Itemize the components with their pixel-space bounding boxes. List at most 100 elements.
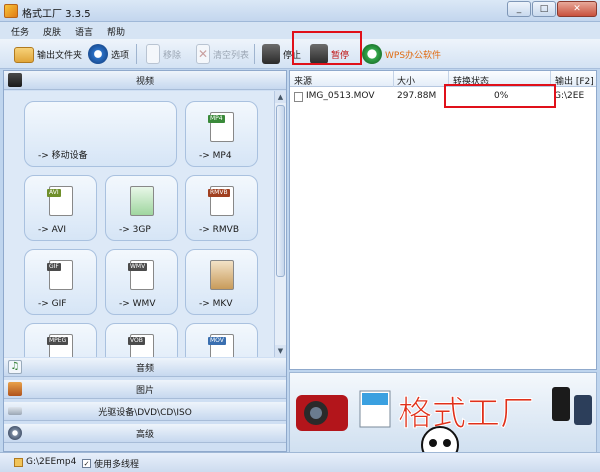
svg-text:格式工厂: 格式工厂: [398, 394, 534, 434]
window-controls: _ □ ✕: [507, 1, 597, 17]
output-path: G:\2EEmp4: [26, 457, 77, 467]
status-bar: G:\2EEmp4 ✓ 使用多线程: [0, 452, 600, 472]
tile-label: -> 3GP: [119, 225, 151, 235]
tile-mov[interactable]: MOV: [185, 323, 258, 357]
tile-3gp[interactable]: -> 3GP: [105, 175, 178, 241]
video-grid-scrollbar[interactable]: ▲ ▼: [274, 91, 286, 357]
header-size[interactable]: 大小: [397, 74, 415, 87]
video-format-grid: -> 移动设备 MP4 -> MP4 AVI -> AVI -> 3GP RMV…: [4, 91, 274, 357]
file-tag: MPEG: [47, 337, 69, 345]
section-disc-label: 光驱设备\DVD\CD\ISO: [98, 407, 192, 418]
output-folder-label: 输出文件夹: [37, 50, 83, 61]
tile-mp4[interactable]: MP4 -> MP4: [185, 101, 258, 167]
multithread-label: 使用多线程: [94, 460, 140, 470]
gear-icon: [88, 44, 108, 64]
scroll-down-arrow[interactable]: ▼: [275, 345, 286, 357]
toolbar-separator: [136, 44, 137, 64]
rmvb-file-icon: RMVB: [208, 186, 234, 216]
section-image-label: 图片: [135, 385, 154, 396]
remove-label: 移除: [163, 50, 182, 61]
file-tag: GIF: [47, 263, 61, 271]
options-button[interactable]: 选项: [88, 42, 129, 66]
scroll-up-arrow[interactable]: ▲: [275, 91, 286, 103]
avi-file-icon: AVI: [47, 186, 73, 216]
advanced-gear-icon: [8, 426, 22, 440]
wps-label: WPS办公软件: [385, 50, 442, 61]
remove-icon: [146, 44, 160, 64]
tile-label: -> AVI: [38, 225, 67, 235]
clear-list-label: 清空列表: [213, 50, 250, 61]
file-tag: RMVB: [208, 189, 230, 197]
minimize-button[interactable]: _: [507, 1, 531, 17]
phone-icon: [552, 387, 570, 421]
options-label: 选项: [111, 50, 130, 61]
task-list: 来源 大小 转换状态 输出 [F2] IMG_0513.MOV 297.88M …: [289, 70, 597, 370]
format-panel: 视频 -> 移动设备 MP4 -> MP4 AVI -> AVI -> 3GP …: [3, 70, 287, 452]
menu-help[interactable]: 帮助: [100, 22, 132, 39]
multithread-item[interactable]: ✓ 使用多线程: [82, 457, 139, 470]
file-tag: AVI: [47, 189, 61, 197]
file-icon: [294, 92, 303, 102]
video-icon: [8, 73, 22, 87]
folder-small-icon: [14, 457, 23, 467]
maximize-button[interactable]: □: [532, 1, 556, 17]
mkv-file-icon: [210, 260, 234, 290]
header-source[interactable]: 来源: [294, 74, 312, 87]
cell-output: G:\2EE: [554, 91, 585, 101]
promo-banner[interactable]: 格式工厂: [289, 372, 597, 456]
section-advanced[interactable]: 高级: [4, 424, 286, 443]
tile-label: -> MKV: [199, 299, 233, 309]
tile-mkv[interactable]: -> MKV: [185, 249, 258, 315]
section-disc[interactable]: 光驱设备\DVD\CD\ISO: [4, 402, 286, 421]
cell-source: IMG_0513.MOV: [306, 91, 375, 101]
tile-label: -> RMVB: [199, 225, 239, 235]
audio-icon: ♫: [8, 360, 22, 374]
tile-rmvb[interactable]: RMVB -> RMVB: [185, 175, 258, 241]
section-audio[interactable]: ♫ 音频: [4, 358, 286, 377]
wps-icon: [362, 44, 382, 64]
section-video[interactable]: 视频: [4, 71, 286, 90]
tile-gif[interactable]: GIF -> GIF: [24, 249, 97, 315]
output-path-item[interactable]: G:\2EEmp4: [14, 457, 76, 467]
output-folder-button[interactable]: 输出文件夹: [14, 42, 82, 66]
remove-button[interactable]: 移除: [146, 42, 181, 66]
tile-avi[interactable]: AVI -> AVI: [24, 175, 97, 241]
tile-label: -> GIF: [38, 299, 67, 309]
tile-label: -> 移动设备: [38, 151, 88, 161]
folder-icon: [14, 47, 34, 63]
close-button[interactable]: ✕: [557, 1, 597, 17]
gif-file-icon: GIF: [47, 260, 73, 290]
wmv-file-icon: WMV: [128, 260, 154, 290]
tile-label: -> WMV: [119, 299, 156, 309]
mpeg-file-icon: MPEG: [47, 334, 73, 357]
window-title: 格式工厂 3.3.5: [22, 9, 91, 20]
menu-language[interactable]: 语言: [68, 22, 100, 39]
section-image[interactable]: 图片: [4, 380, 286, 399]
3gp-file-icon: [130, 186, 154, 216]
clear-list-button[interactable]: ✕ 清空列表: [196, 42, 249, 66]
tile-wmv[interactable]: WMV -> WMV: [105, 249, 178, 315]
cell-size: 297.88M: [397, 91, 437, 101]
section-audio-label: 音频: [135, 363, 154, 374]
banner-artwork: 格式工厂: [296, 387, 592, 455]
multithread-checkbox[interactable]: ✓: [82, 459, 91, 468]
mov-file-icon: MOV: [208, 334, 234, 357]
tile-vob[interactable]: VOB: [105, 323, 178, 357]
wps-button[interactable]: WPS办公软件: [362, 42, 441, 66]
tile-mobile-device[interactable]: -> 移动设备: [24, 101, 177, 167]
highlight-box: [444, 84, 556, 108]
title-bar: 格式工厂 3.3.5 _ □ ✕: [0, 0, 600, 22]
mp4-file-icon: MP4: [208, 112, 234, 142]
file-tag: MOV: [208, 337, 226, 345]
toolbar: 输出文件夹 选项 移除 ✕ 清空列表 停止 暂停 WPS办公软件: [0, 31, 600, 69]
section-video-label: 视频: [135, 76, 154, 87]
tile-mpeg[interactable]: MPEG: [24, 323, 97, 357]
menu-skin[interactable]: 皮肤: [36, 22, 68, 39]
app-icon: [4, 4, 18, 18]
scroll-thumb[interactable]: [276, 105, 285, 277]
menu-task[interactable]: 任务: [4, 22, 36, 39]
header-output[interactable]: 输出 [F2]: [555, 74, 594, 87]
tile-label: -> MP4: [199, 151, 232, 161]
section-advanced-label: 高级: [135, 429, 154, 440]
file-tag: MP4: [208, 115, 225, 123]
